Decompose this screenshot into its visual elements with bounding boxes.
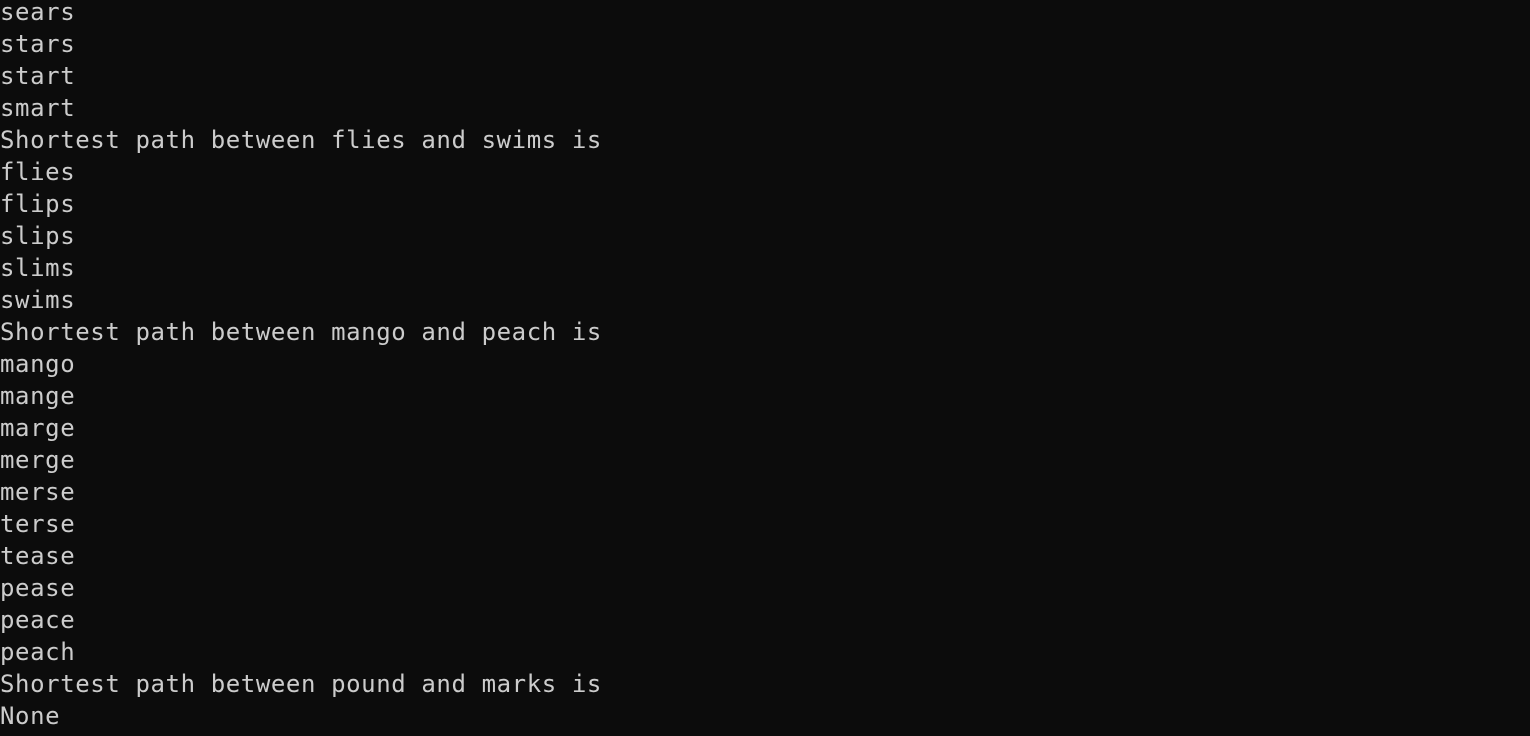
output-line: Shortest path between mango and peach is: [0, 318, 602, 346]
output-line: flips: [0, 190, 76, 218]
output-lines: sears stars start smart Shortest path be…: [0, 0, 602, 732]
output-line: smart: [0, 94, 76, 122]
output-line: tease: [0, 542, 76, 570]
output-line: merge: [0, 446, 76, 474]
output-line: sears: [0, 0, 76, 26]
output-line: peace: [0, 606, 76, 634]
output-line: pease: [0, 574, 76, 602]
output-line: slips: [0, 222, 76, 250]
console-output-area[interactable]: sears stars start smart Shortest path be…: [0, 0, 1530, 736]
output-line: start: [0, 62, 76, 90]
output-line: terse: [0, 510, 76, 538]
output-line: swims: [0, 286, 76, 314]
output-line: Shortest path between pound and marks is: [0, 670, 602, 698]
output-line: marge: [0, 414, 76, 442]
output-line: flies: [0, 158, 76, 186]
output-line: mango: [0, 350, 76, 378]
output-line: stars: [0, 30, 76, 58]
output-line: peach: [0, 638, 76, 666]
output-line: None: [0, 702, 61, 730]
output-line: slims: [0, 254, 76, 282]
output-line: mange: [0, 382, 76, 410]
output-line: merse: [0, 478, 76, 506]
output-line: Shortest path between flies and swims is: [0, 126, 602, 154]
